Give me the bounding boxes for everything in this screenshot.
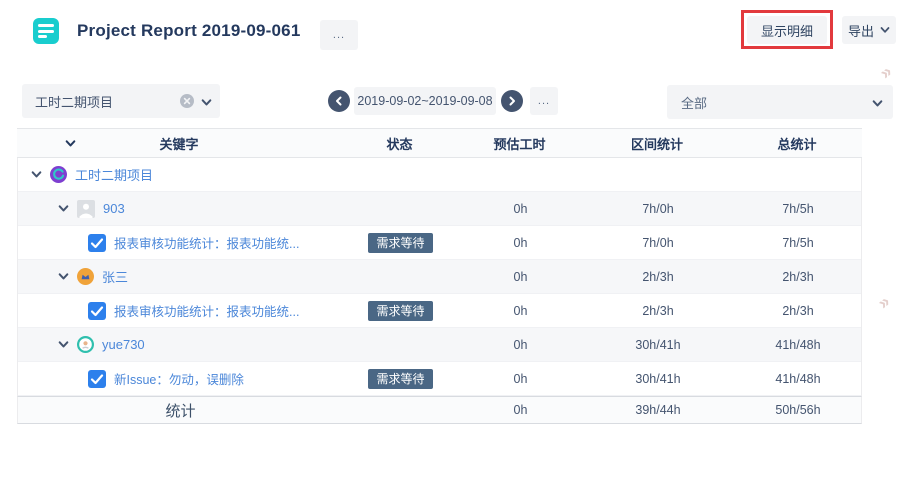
estimated-cell: 0h — [458, 372, 583, 386]
total-cell: 7h/5h — [733, 202, 863, 216]
interval-cell: 7h/0h — [583, 202, 733, 216]
status-cell: 需求等待 — [343, 369, 458, 389]
table-row: 新Issue：勿动，误删除 需求等待 0h30h/41h41h/48h — [18, 362, 861, 396]
table-footer-row: 统计 0h 39h/44h 50h/56h — [17, 396, 862, 424]
total-cell: 2h/3h — [733, 270, 863, 284]
table-row: 工时二期项目 — [18, 158, 861, 192]
user-link[interactable]: 903 — [103, 201, 125, 216]
project-filter-select[interactable]: 工时二期项目 — [22, 84, 220, 118]
user-link[interactable]: yue730 — [102, 337, 145, 352]
interval-cell: 30h/41h — [583, 372, 733, 386]
column-header-interval: 区间统计 — [582, 134, 732, 153]
chevron-down-icon — [880, 25, 890, 35]
tree-expand-chevron-icon[interactable] — [58, 339, 69, 350]
project-filter-value: 工时二期项目 — [35, 92, 113, 111]
status-cell: 需求等待 — [343, 233, 458, 253]
date-more-button[interactable]: ... — [530, 87, 558, 115]
keyword-cell: 张三 — [18, 267, 343, 286]
orange-user-avatar — [77, 268, 94, 285]
page-title: Project Report 2019-09-061 — [77, 21, 300, 41]
status-badge: 需求等待 — [368, 301, 432, 321]
total-cell: 7h/5h — [733, 236, 863, 250]
table-row: 报表审核功能统计：报表功能统...需求等待0h2h/3h2h/3h — [18, 294, 861, 328]
interval-cell: 2h/3h — [583, 270, 733, 284]
table-row: yue730 0h30h/41h41h/48h — [18, 328, 861, 362]
export-button[interactable]: 导出 — [842, 16, 896, 44]
status-cell: 需求等待 — [343, 301, 458, 321]
faint-arrow-icon: » — [876, 61, 897, 84]
issue-link[interactable]: 新Issue：勿动，误删除 — [114, 369, 244, 388]
keyword-cell: yue730 — [18, 336, 343, 353]
chevron-right-icon — [507, 96, 517, 106]
keyword-cell: 新Issue：勿动，误删除 — [18, 369, 343, 388]
show-detail-button[interactable]: 显示明细 — [747, 16, 827, 44]
estimated-cell: 0h — [458, 236, 583, 250]
date-range-button[interactable]: 2019-09-02~2019-09-08 — [354, 87, 496, 115]
table-body: 工时二期项目9030h7h/0h7h/5h报表审核功能统计：报表功能统...需求… — [17, 158, 862, 396]
footer-interval-cell: 39h/44h — [583, 403, 733, 417]
tree-expand-chevron-icon[interactable] — [31, 169, 42, 180]
total-cell: 2h/3h — [733, 304, 863, 318]
clear-filter-icon[interactable] — [180, 94, 194, 111]
checked-checkbox-icon[interactable] — [88, 302, 106, 320]
title-more-button[interactable]: ... — [320, 20, 358, 50]
estimated-cell: 0h — [458, 270, 583, 284]
keyword-cell: 报表审核功能统计：报表功能统... — [18, 301, 343, 320]
chevron-down-icon — [201, 96, 212, 111]
project-avatar — [50, 166, 67, 183]
default-user-avatar — [77, 200, 95, 218]
status-badge: 需求等待 — [368, 369, 432, 389]
tree-expand-chevron-icon[interactable] — [58, 271, 69, 282]
column-header-estimated: 预估工时 — [457, 134, 582, 153]
footer-estimated-cell: 0h — [458, 403, 583, 417]
worktime-table: 关键字 状态 预估工时 区间统计 总统计 工时二期项目9030h7h/0h7h/… — [17, 128, 862, 424]
total-cell: 41h/48h — [733, 338, 863, 352]
table-row: 报表审核功能统计：报表功能统... 需求等待 0h7h/0h7h/5h — [18, 226, 861, 260]
estimated-cell: 0h — [458, 304, 583, 318]
user-link[interactable]: 张三 — [102, 267, 128, 286]
keyword-cell: 工时二期项目 — [18, 165, 343, 184]
chevron-left-icon — [334, 96, 344, 106]
column-header-status: 状态 — [342, 134, 457, 153]
column-header-keyword: 关键字 — [16, 134, 342, 153]
prev-period-button[interactable] — [328, 90, 350, 112]
estimated-cell: 0h — [458, 202, 583, 216]
tree-expand-chevron-icon[interactable] — [58, 203, 69, 214]
keyword-cell: 903 — [18, 200, 343, 218]
project-link[interactable]: 工时二期项目 — [75, 165, 153, 184]
chevron-down-icon — [872, 97, 883, 112]
scope-filter-value: 全部 — [681, 93, 707, 112]
keyword-cell: 报表审核功能统计：报表功能统... — [18, 233, 343, 252]
faint-arrow-icon: » — [874, 291, 895, 314]
status-badge: 需求等待 — [368, 233, 432, 253]
footer-label: 统计 — [18, 400, 343, 421]
column-header-total: 总统计 — [732, 134, 862, 153]
interval-cell: 7h/0h — [583, 236, 733, 250]
issue-link[interactable]: 报表审核功能统计：报表功能统... — [114, 233, 299, 252]
estimated-cell: 0h — [458, 338, 583, 352]
teal-user-avatar — [77, 336, 94, 353]
footer-total-cell: 50h/56h — [733, 403, 863, 417]
report-logo-icon — [33, 18, 59, 44]
project-report-page: Project Report 2019-09-061 ... 显示明细 导出 工… — [0, 0, 900, 498]
table-header-row: 关键字 状态 预估工时 区间统计 总统计 — [17, 128, 862, 158]
interval-cell: 2h/3h — [583, 304, 733, 318]
total-cell: 41h/48h — [733, 372, 863, 386]
table-row: 903 0h7h/0h7h/5h — [18, 192, 861, 226]
checked-checkbox-icon[interactable] — [88, 370, 106, 388]
table-row: 张三0h2h/3h2h/3h — [18, 260, 861, 294]
checked-checkbox-icon[interactable] — [88, 234, 106, 252]
issue-link[interactable]: 报表审核功能统计：报表功能统... — [114, 301, 299, 320]
export-button-label: 导出 — [848, 21, 874, 40]
interval-cell: 30h/41h — [583, 338, 733, 352]
scope-filter-select[interactable]: 全部 — [667, 85, 893, 119]
next-period-button[interactable] — [501, 90, 523, 112]
